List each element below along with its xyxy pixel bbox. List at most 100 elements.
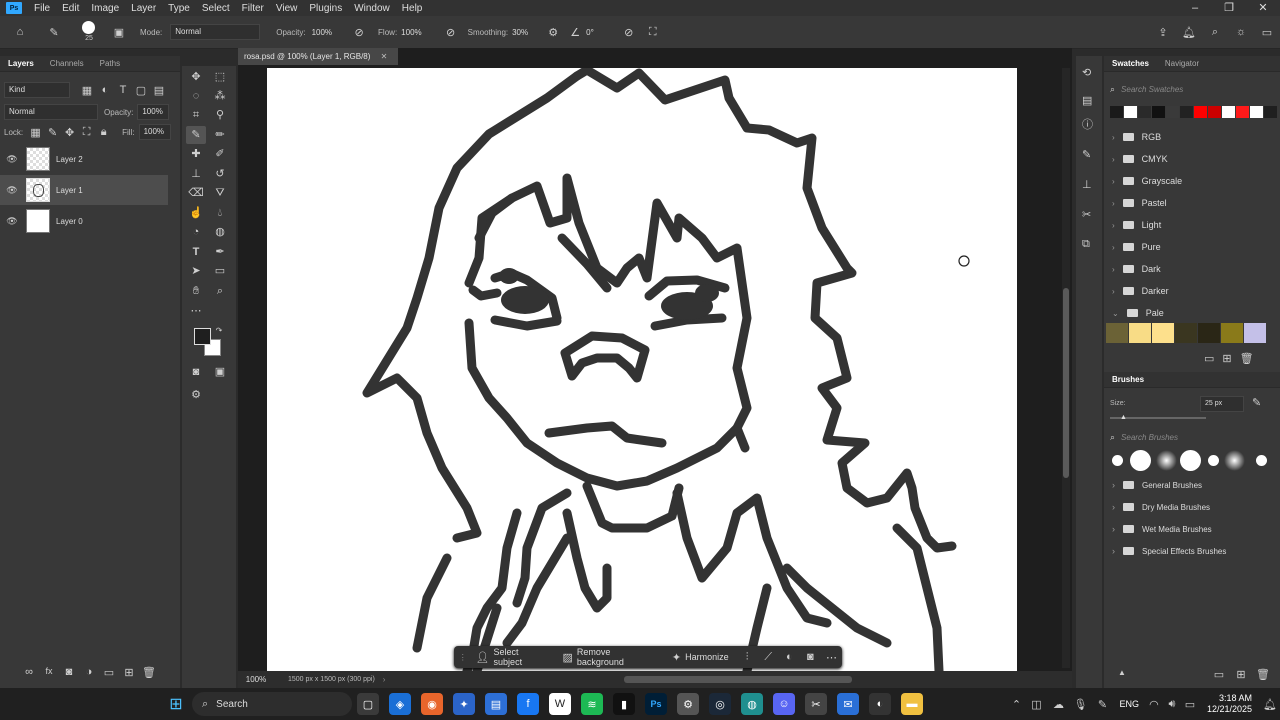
settings-icon[interactable]: ⚙ bbox=[677, 693, 699, 715]
swatch[interactable] bbox=[1152, 323, 1174, 343]
swatch-group[interactable]: › RGB bbox=[1108, 126, 1270, 148]
filter-adjustment-icon[interactable]: ◐ bbox=[96, 84, 114, 96]
mixer-brush-tool-icon[interactable]: ✐ bbox=[210, 145, 230, 163]
smudge-tool-icon[interactable]: ☝ bbox=[186, 204, 206, 222]
swatch[interactable] bbox=[1198, 323, 1220, 343]
path-selection-tool-icon[interactable]: ➤ bbox=[186, 262, 206, 280]
gear-icon[interactable]: ⚙ bbox=[542, 26, 564, 39]
lock-position-icon[interactable]: ✥ bbox=[61, 126, 78, 139]
layer-name[interactable]: Layer 0 bbox=[56, 217, 83, 226]
menu-layer[interactable]: Layer bbox=[125, 3, 162, 14]
rectangle-tool-icon[interactable]: ▭ bbox=[210, 262, 230, 280]
transform-icon[interactable]: ⟋ bbox=[758, 651, 779, 664]
tray-app-icon[interactable]: ◫ bbox=[1025, 698, 1047, 711]
hand-tool-icon[interactable]: ✋︎ bbox=[186, 282, 206, 300]
pressure-opacity-icon[interactable]: ⊘ bbox=[348, 26, 370, 39]
audio-icon[interactable]: ▮ bbox=[613, 693, 635, 715]
home-icon[interactable]: ⌂ bbox=[8, 26, 32, 38]
start-icon[interactable]: ⊞ bbox=[165, 693, 187, 715]
adjust-icon[interactable]: ◐ bbox=[779, 651, 800, 663]
mode-select[interactable]: Normal bbox=[170, 24, 261, 40]
quick-mask-icon[interactable]: ◙ bbox=[186, 363, 206, 381]
filter-smartobject-icon[interactable]: ▤ bbox=[150, 84, 168, 97]
swatch-group[interactable]: › Pure bbox=[1108, 236, 1270, 258]
app-icon[interactable]: ✦ bbox=[453, 693, 475, 715]
discord-icon[interactable]: ☺ bbox=[773, 693, 795, 715]
stamp-tool-icon[interactable]: ⊥ bbox=[186, 165, 206, 183]
snipping-tool-icon[interactable]: ✂ bbox=[805, 693, 827, 715]
clock[interactable]: 3:18 AM 12/21/2025 bbox=[1207, 693, 1252, 715]
chevron-up-icon[interactable]: ⌃ bbox=[1007, 698, 1025, 711]
browser-icon[interactable]: ◍ bbox=[741, 693, 763, 715]
crop-tool-icon[interactable]: ⌗ bbox=[186, 106, 206, 124]
zoom-level[interactable]: 100% bbox=[238, 675, 274, 684]
pressure-size-icon[interactable]: ⊘ bbox=[618, 26, 640, 39]
notifications-icon[interactable]: 🔔︎ bbox=[1176, 26, 1202, 39]
info-icon[interactable]: ⓘ bbox=[1082, 116, 1093, 132]
foreground-color-swatch[interactable] bbox=[194, 328, 211, 345]
steam-icon[interactable]: ◎ bbox=[709, 693, 731, 715]
layer-row-selected[interactable]: 👁︎ Layer 1 bbox=[0, 175, 168, 205]
visibility-eye-icon[interactable]: 👁︎ bbox=[0, 154, 24, 165]
volume-icon[interactable]: 🔊︎ bbox=[1163, 698, 1181, 711]
menu-image[interactable]: Image bbox=[85, 3, 125, 14]
visibility-eye-icon[interactable]: 👁︎ bbox=[0, 185, 24, 196]
swatch[interactable] bbox=[1166, 106, 1179, 118]
more-options-icon[interactable]: ⋯ bbox=[821, 651, 842, 664]
brush-tip[interactable] bbox=[1256, 455, 1267, 466]
brush-group[interactable]: › Special Effects Brushes bbox=[1108, 540, 1270, 562]
link-layers-icon[interactable]: ∞ bbox=[22, 666, 36, 679]
swatch[interactable] bbox=[1129, 323, 1151, 343]
drawing-canvas[interactable] bbox=[267, 68, 1017, 671]
layer-row[interactable]: 👁︎ Layer 0 bbox=[0, 206, 168, 236]
swatch[interactable] bbox=[1250, 106, 1263, 118]
document-tab[interactable]: rosa.psd @ 100% (Layer 1, RGB/8) ✕ bbox=[238, 48, 398, 65]
spotify-icon[interactable]: ≋ bbox=[581, 693, 603, 715]
opacity-value[interactable]: 100% bbox=[312, 28, 332, 37]
healing-tool-icon[interactable]: ✚ bbox=[186, 145, 206, 163]
writer-icon[interactable]: W bbox=[549, 693, 571, 715]
mask-icon[interactable]: ◙ bbox=[800, 651, 821, 663]
swatch-group[interactable]: › Grayscale bbox=[1108, 170, 1270, 192]
horizontal-scrollbar-thumb[interactable] bbox=[624, 676, 852, 683]
workspace-icon[interactable]: ▭ bbox=[1254, 26, 1280, 39]
harmonize-button[interactable]: ✦ Harmonize bbox=[664, 651, 737, 664]
lasso-tool-icon[interactable]: ◌ bbox=[186, 87, 206, 105]
swatch[interactable] bbox=[1106, 323, 1128, 343]
brush-preset-picker[interactable]: 25 bbox=[74, 18, 104, 46]
pen-icon[interactable]: ✎ bbox=[1091, 698, 1113, 711]
trash-icon[interactable]: 🗑︎ bbox=[1240, 352, 1254, 365]
new-swatch-icon[interactable]: ⊞ bbox=[1222, 352, 1231, 365]
visibility-eye-icon[interactable]: 👁︎ bbox=[0, 216, 24, 227]
group-folder-icon[interactable]: ▭ bbox=[102, 666, 116, 679]
brush-search[interactable]: ⌕ Search Brushes bbox=[1110, 432, 1274, 443]
sliders-icon[interactable]: ⫶ bbox=[737, 651, 758, 664]
search-icon[interactable]: ⌕ bbox=[1202, 26, 1228, 39]
edit-toolbar-icon[interactable]: ⚙ bbox=[186, 386, 206, 404]
new-group-icon[interactable]: ▭ bbox=[1204, 352, 1214, 365]
adjustment-layer-icon[interactable]: ◑ bbox=[82, 666, 96, 679]
layer-name[interactable]: Layer 2 bbox=[56, 155, 83, 164]
copilot-icon[interactable]: ◈ bbox=[389, 693, 411, 715]
swatch[interactable] bbox=[1124, 106, 1137, 118]
fill-value[interactable]: 100% bbox=[138, 124, 171, 140]
brushes-title[interactable]: Brushes bbox=[1104, 375, 1152, 384]
magic-wand-tool-icon[interactable]: ⁂ bbox=[210, 87, 230, 105]
swatch[interactable] bbox=[1244, 323, 1266, 343]
brush-tip[interactable] bbox=[1180, 450, 1201, 471]
layer-name[interactable]: Layer 1 bbox=[56, 186, 83, 195]
cloud-icon[interactable]: ☁ bbox=[1047, 698, 1069, 711]
brush-settings-icon[interactable]: ▣ bbox=[110, 26, 128, 39]
menu-edit[interactable]: Edit bbox=[56, 3, 85, 14]
vertical-scrollbar[interactable] bbox=[1062, 68, 1070, 668]
photoshop-taskbar-icon[interactable]: Ps bbox=[645, 693, 667, 715]
slider-handle-icon[interactable]: ▲ bbox=[1120, 414, 1127, 421]
brush-size-slider[interactable]: ▲ bbox=[1110, 414, 1206, 421]
filter-shape-icon[interactable]: ▢ bbox=[132, 84, 150, 97]
firefox-icon[interactable]: ◉ bbox=[421, 693, 443, 715]
tab-paths[interactable]: Paths bbox=[92, 59, 128, 68]
wifi-icon[interactable]: ◠ bbox=[1145, 698, 1163, 711]
tab-layers[interactable]: Layers bbox=[0, 59, 42, 68]
recorder-icon[interactable]: ◐ bbox=[869, 693, 891, 715]
notes-icon[interactable]: ▤ bbox=[485, 693, 507, 715]
